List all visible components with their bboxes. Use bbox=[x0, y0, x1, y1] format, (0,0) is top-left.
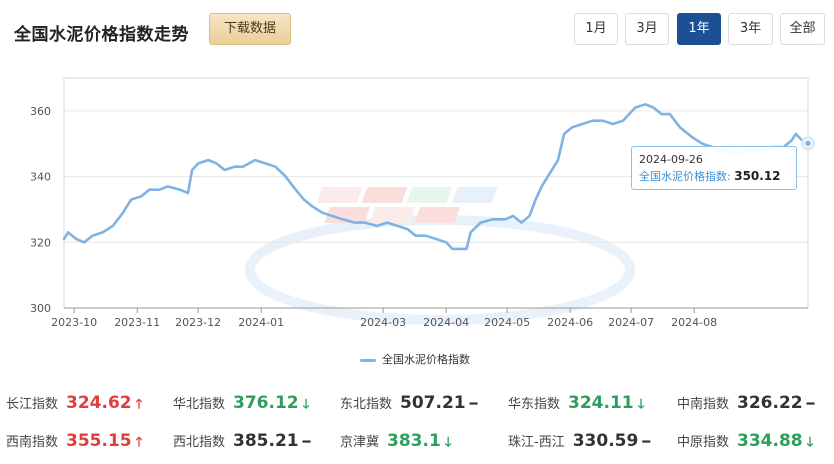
x-tick-label-2023-10: 2023-10 bbox=[51, 316, 97, 329]
dash-flat-icon: ━ bbox=[642, 435, 651, 450]
index-value: 507.21 bbox=[400, 393, 466, 413]
index-value: 355.15 bbox=[66, 431, 132, 451]
marker-dot bbox=[803, 139, 813, 148]
watermark-logo bbox=[245, 187, 635, 325]
dash-flat-icon: ━ bbox=[469, 397, 478, 412]
x-tick-label-2024-01: 2024-01 bbox=[238, 316, 284, 329]
index-name: 华北指数 bbox=[173, 397, 226, 412]
arrow-down-icon: 🡓 bbox=[806, 435, 814, 450]
range-1-year-button[interactable]: 1年 bbox=[677, 13, 721, 45]
index-value: 324.11 bbox=[568, 393, 634, 413]
tooltip-value: 350.12 bbox=[734, 169, 781, 183]
index-item-zhongnan[interactable]: 中南指数 326.22 ━ bbox=[677, 388, 814, 418]
x-tick-label-2024-04: 2024-04 bbox=[423, 316, 469, 329]
index-value: 385.21 bbox=[233, 431, 299, 451]
hover-point-marker bbox=[801, 136, 815, 151]
price-index-chart[interactable]: 300 320 340 360 2023-10 2023-11 2023-12 2024-0… bbox=[0, 70, 834, 340]
dash-flat-icon: ━ bbox=[806, 397, 815, 412]
tooltip-date: 2024-09-26 bbox=[639, 153, 703, 166]
range-3-year-button[interactable]: 3年 bbox=[728, 13, 773, 45]
x-axis: 2023-10 2023-11 2023-12 2024-01 2024-03 2024-… bbox=[51, 307, 808, 329]
x-tick-label-2024-06: 2024-06 bbox=[547, 316, 593, 329]
arrow-down-icon: 🡓 bbox=[637, 397, 645, 412]
download-data-button[interactable]: 下载数据 bbox=[209, 13, 291, 45]
index-name: 中南指数 bbox=[677, 397, 730, 412]
index-value: 334.88 bbox=[737, 431, 803, 451]
x-tick-label-2024-08: 2024-08 bbox=[671, 316, 717, 329]
range-all-button[interactable]: 全部 bbox=[780, 13, 825, 45]
y-tick-label-360: 360 bbox=[30, 105, 51, 118]
index-item-zhujiang-xijiang[interactable]: 珠江-西江 330.59 ━ bbox=[508, 426, 650, 456]
index-name: 京津冀 bbox=[340, 435, 380, 450]
arrow-down-icon: 🡓 bbox=[444, 435, 452, 450]
index-value: 376.12 bbox=[233, 393, 299, 413]
y-tick-label-320: 320 bbox=[30, 236, 51, 249]
x-tick-label-2024-05: 2024-05 bbox=[484, 316, 530, 329]
index-name: 西南指数 bbox=[6, 435, 59, 450]
chart-canvas[interactable]: 300 320 340 360 2023-10 2023-11 2023-12 2024-0… bbox=[0, 70, 834, 340]
index-name: 华东指数 bbox=[508, 397, 561, 412]
index-value: 326.22 bbox=[737, 393, 803, 413]
arrow-up-icon: 🡑 bbox=[135, 435, 143, 450]
index-name: 中原指数 bbox=[677, 435, 730, 450]
tooltip-series-label: 全国水泥价格指数: bbox=[639, 170, 731, 183]
index-item-xibei[interactable]: 西北指数 385.21 ━ bbox=[173, 426, 310, 456]
index-item-zhongyuan[interactable]: 中原指数 334.88 🡓 bbox=[677, 426, 813, 456]
range-1-month-button[interactable]: 1月 bbox=[574, 13, 618, 45]
dash-flat-icon: ━ bbox=[302, 435, 311, 450]
legend-label: 全国水泥价格指数 bbox=[382, 353, 470, 366]
chart-tooltip: 2024-09-26 全国水泥价格指数: 350.12 bbox=[631, 146, 797, 190]
page-title: 全国水泥价格指数走势 bbox=[14, 25, 189, 45]
x-tick-label-2024-07: 2024-07 bbox=[608, 316, 654, 329]
index-row-2: 西南指数 355.15 🡑 西北指数 385.21 ━ 京津冀 383.1 🡓 珠江-西江 3… bbox=[0, 426, 834, 456]
y-axis: 300 320 340 360 bbox=[30, 105, 51, 315]
x-tick-label-2024-03: 2024-03 bbox=[360, 316, 406, 329]
chart-legend[interactable]: 全国水泥价格指数 bbox=[360, 352, 470, 368]
arrow-down-icon: 🡓 bbox=[302, 397, 310, 412]
x-tick-label-2023-12: 2023-12 bbox=[175, 316, 221, 329]
index-name: 西北指数 bbox=[173, 435, 226, 450]
index-item-huadong[interactable]: 华东指数 324.11 🡓 bbox=[508, 388, 644, 418]
index-item-dongbei[interactable]: 东北指数 507.21 ━ bbox=[340, 388, 477, 418]
x-tick-label-2023-11: 2023-11 bbox=[114, 316, 160, 329]
range-3-month-button[interactable]: 3月 bbox=[625, 13, 669, 45]
index-value: 330.59 bbox=[572, 431, 639, 451]
index-item-xinan[interactable]: 西南指数 355.15 🡑 bbox=[6, 426, 142, 456]
index-value: 383.1 bbox=[387, 431, 441, 451]
legend-line-swatch bbox=[360, 358, 376, 362]
y-tick-label-340: 340 bbox=[30, 171, 51, 184]
y-tick-label-300: 300 bbox=[30, 302, 51, 315]
index-name: 珠江-西江 bbox=[508, 435, 565, 450]
index-name: 长江指数 bbox=[6, 397, 59, 412]
header: 全国水泥价格指数走势 下载数据 1月 3月 1年 3年 全部 bbox=[0, 0, 834, 60]
arrow-up-icon: 🡑 bbox=[135, 397, 143, 412]
index-item-changjiang[interactable]: 长江指数 324.62 🡑 bbox=[6, 388, 142, 418]
index-row-1: 长江指数 324.62 🡑 华北指数 376.12 🡓 东北指数 507.21 ━ 华东指数… bbox=[0, 388, 834, 418]
index-item-jingjinji[interactable]: 京津冀 383.1 🡓 bbox=[340, 426, 452, 456]
index-name: 东北指数 bbox=[340, 397, 393, 412]
index-item-huabei[interactable]: 华北指数 376.12 🡓 bbox=[173, 388, 309, 418]
index-value: 324.62 bbox=[66, 393, 132, 413]
